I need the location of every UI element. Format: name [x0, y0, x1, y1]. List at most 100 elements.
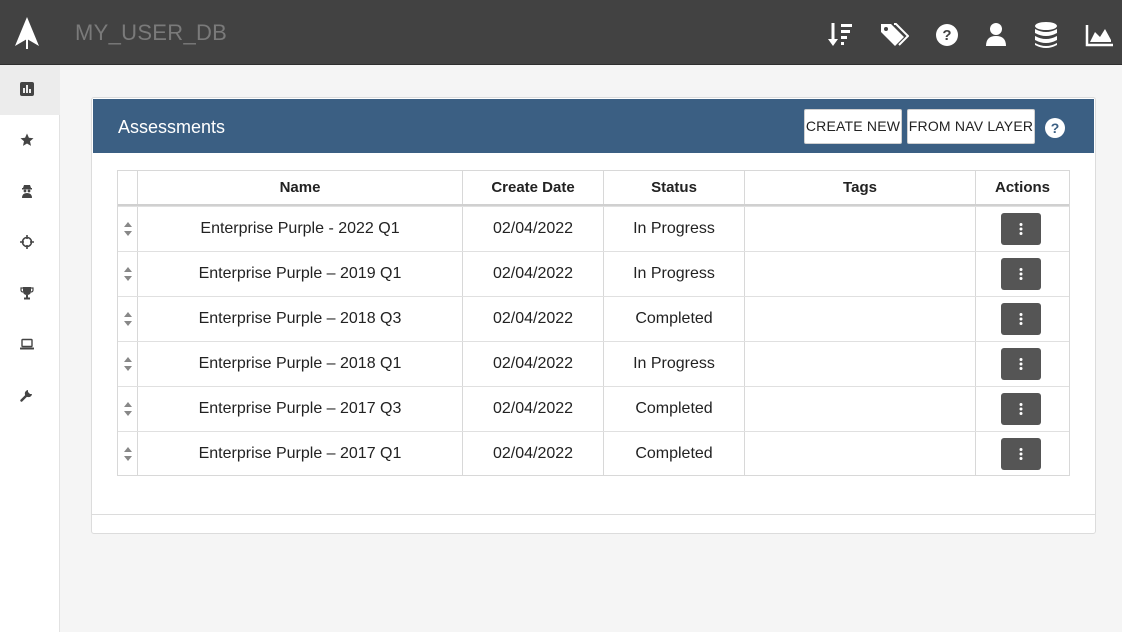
cell-name[interactable]: Enterprise Purple – 2018 Q1 — [138, 342, 463, 386]
drag-handle[interactable] — [118, 297, 138, 341]
cell-actions — [976, 432, 1069, 476]
cell-name[interactable]: Enterprise Purple - 2022 Q1 — [138, 207, 463, 251]
ellipsis-vertical-icon — [1019, 313, 1023, 325]
cell-create-date: 02/04/2022 — [463, 342, 604, 386]
cell-name[interactable]: Enterprise Purple – 2019 Q1 — [138, 252, 463, 296]
create-new-button[interactable]: CREATE NEW — [804, 109, 902, 144]
sort-handle-icon — [124, 312, 132, 326]
cell-tags — [745, 432, 976, 476]
table-row[interactable]: Enterprise Purple – 2018 Q3 02/04/2022 Com… — [118, 296, 1069, 341]
database-icon[interactable] — [1031, 20, 1061, 50]
crosshairs-icon — [20, 235, 34, 249]
sidebar-item-hosts[interactable] — [0, 320, 60, 370]
cell-name[interactable]: Enterprise Purple – 2017 Q3 — [138, 387, 463, 431]
row-actions-button[interactable] — [1001, 303, 1041, 335]
table-row[interactable]: Enterprise Purple - 2022 Q1 02/04/2022 In … — [118, 206, 1069, 251]
drag-column-header — [118, 171, 138, 206]
sort-handle-icon — [124, 402, 132, 416]
drag-handle[interactable] — [118, 342, 138, 386]
cell-status: In Progress — [604, 207, 745, 251]
sidebar-item-actors[interactable] — [0, 167, 60, 217]
cell-actions — [976, 252, 1069, 296]
cell-tags — [745, 207, 976, 251]
sidebar-item-favorites[interactable] — [0, 116, 60, 166]
drag-handle[interactable] — [118, 387, 138, 431]
rocket-logo-icon[interactable] — [12, 16, 42, 50]
cell-create-date: 02/04/2022 — [463, 207, 604, 251]
question-circle-icon[interactable]: ? — [1044, 117, 1066, 139]
column-header-create-date[interactable]: Create Date — [463, 171, 604, 206]
column-header-name[interactable]: Name — [138, 171, 463, 206]
ellipsis-vertical-icon — [1019, 223, 1023, 235]
cell-name[interactable]: Enterprise Purple – 2018 Q3 — [138, 297, 463, 341]
card-header: Assessments CREATE NEW FROM NAV LAYER ? — [93, 99, 1094, 153]
bar-chart-icon — [20, 82, 34, 96]
star-icon — [20, 133, 34, 146]
assessments-table: Name Create Date Status Tags Actions Ent… — [117, 170, 1070, 476]
cell-status: Completed — [604, 297, 745, 341]
table-row[interactable]: Enterprise Purple – 2017 Q1 02/04/2022 Com… — [118, 431, 1069, 476]
cell-status: Completed — [604, 387, 745, 431]
cell-name[interactable]: Enterprise Purple – 2017 Q1 — [138, 432, 463, 476]
ellipsis-vertical-icon — [1019, 358, 1023, 370]
sidebar-item-achievements[interactable] — [0, 269, 60, 319]
wrench-icon — [20, 390, 32, 402]
drag-handle[interactable] — [118, 252, 138, 296]
card-footer-divider — [92, 514, 1095, 515]
cell-create-date: 02/04/2022 — [463, 432, 604, 476]
row-actions-button[interactable] — [1001, 258, 1041, 290]
user-icon[interactable] — [981, 20, 1011, 50]
cell-tags — [745, 252, 976, 296]
svg-text:?: ? — [1051, 120, 1060, 136]
cell-tags — [745, 387, 976, 431]
table-row[interactable]: Enterprise Purple – 2019 Q1 02/04/2022 In … — [118, 251, 1069, 296]
ellipsis-vertical-icon — [1019, 268, 1023, 280]
sort-icon[interactable] — [826, 20, 856, 50]
sidebar-item-assessments[interactable] — [0, 65, 60, 115]
cell-status: In Progress — [604, 252, 745, 296]
row-actions-button[interactable] — [1001, 393, 1041, 425]
help-icon[interactable]: ? — [933, 20, 963, 50]
row-actions-button[interactable] — [1001, 348, 1041, 380]
card-title: Assessments — [118, 117, 226, 137]
drag-handle[interactable] — [118, 207, 138, 251]
sort-handle-icon — [124, 447, 132, 461]
cell-actions — [976, 342, 1069, 386]
sidebar-item-tools[interactable] — [0, 371, 60, 421]
column-header-tags[interactable]: Tags — [745, 171, 976, 206]
sidebar — [0, 65, 60, 632]
cell-status: In Progress — [604, 342, 745, 386]
cell-status: Completed — [604, 432, 745, 476]
column-header-status[interactable]: Status — [604, 171, 745, 206]
ellipsis-vertical-icon — [1019, 448, 1023, 460]
trophy-icon — [20, 287, 34, 300]
cell-actions — [976, 387, 1069, 431]
cell-create-date: 02/04/2022 — [463, 387, 604, 431]
cell-tags — [745, 342, 976, 386]
from-nav-layer-button[interactable]: FROM NAV LAYER — [907, 109, 1035, 144]
cell-create-date: 02/04/2022 — [463, 297, 604, 341]
sort-handle-icon — [124, 222, 132, 236]
drag-handle[interactable] — [118, 432, 138, 476]
table-row[interactable]: Enterprise Purple – 2018 Q1 02/04/2022 In … — [118, 341, 1069, 386]
column-header-actions: Actions — [994, 179, 1050, 196]
top-bar: MY_USER_DB ? — [0, 0, 1122, 65]
user-secret-icon — [22, 185, 32, 198]
tags-icon[interactable] — [879, 20, 909, 50]
cell-actions — [976, 297, 1069, 341]
sort-handle-icon — [124, 267, 132, 281]
laptop-icon — [20, 338, 34, 350]
cell-create-date: 02/04/2022 — [463, 252, 604, 296]
sidebar-item-targets[interactable] — [0, 218, 60, 268]
assessments-card: Assessments CREATE NEW FROM NAV LAYER ? … — [91, 97, 1096, 534]
database-name: MY_USER_DB — [75, 20, 228, 45]
ellipsis-vertical-icon — [1019, 403, 1023, 415]
svg-text:?: ? — [942, 27, 951, 44]
table-row[interactable]: Enterprise Purple – 2017 Q3 02/04/2022 Com… — [118, 386, 1069, 431]
row-actions-button[interactable] — [1001, 213, 1041, 245]
sort-handle-icon — [124, 357, 132, 371]
cell-actions — [976, 207, 1069, 251]
area-chart-icon[interactable] — [1084, 20, 1114, 50]
row-actions-button[interactable] — [1001, 438, 1041, 470]
cell-tags — [745, 297, 976, 341]
